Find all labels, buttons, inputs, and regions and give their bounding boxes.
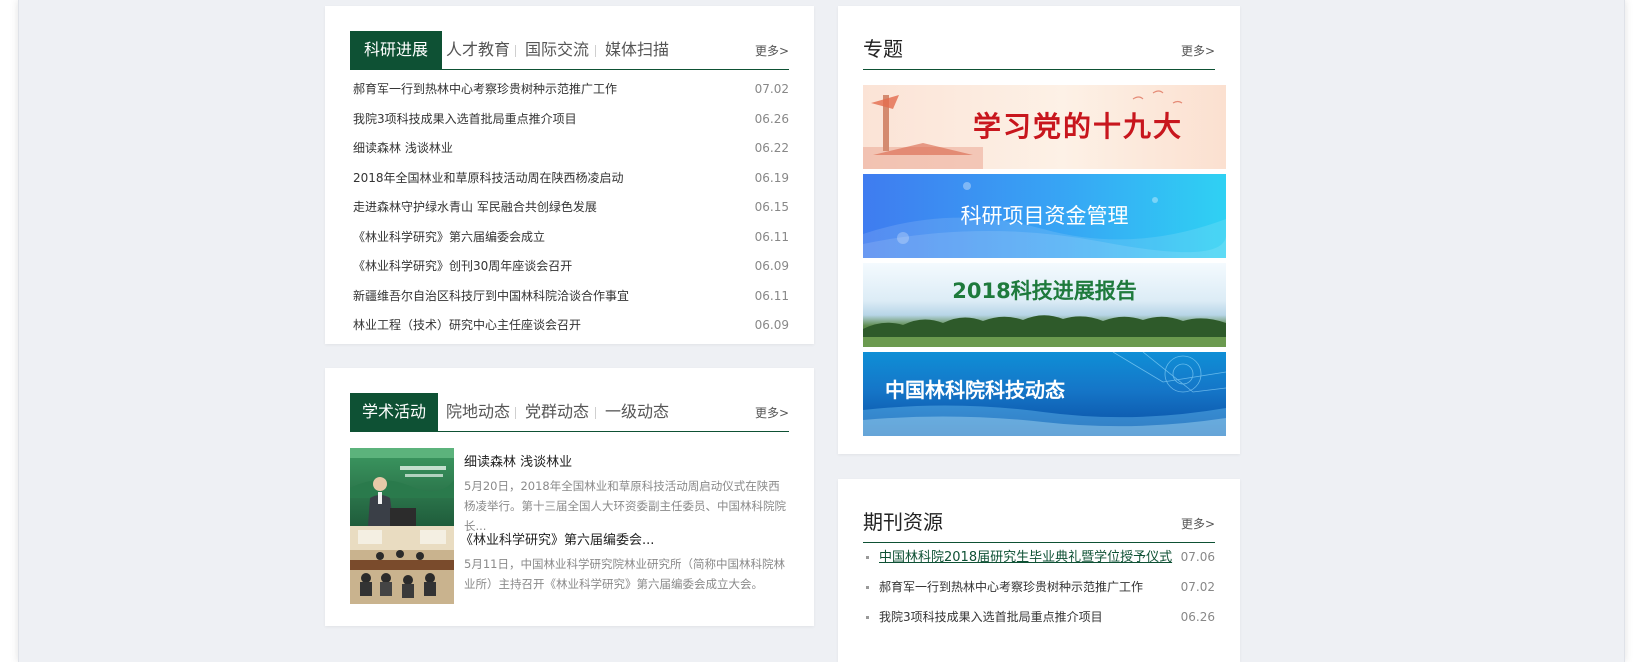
- tab-separator: [515, 407, 516, 419]
- list-item[interactable]: 《林业科学研究》创刊30周年座谈会召开 06.09: [353, 252, 789, 282]
- news-title: 2018年全国林业和草原科技活动周在陕西杨凌启动: [353, 170, 624, 185]
- news-title[interactable]: 《林业科学研究》第六届编委会...: [460, 532, 654, 550]
- tab-academic-activities[interactable]: 学术活动: [350, 393, 438, 431]
- news-thumbnail-meeting[interactable]: [350, 526, 454, 604]
- list-item[interactable]: 《林业科学研究》第六届编委会成立 06.11: [353, 223, 789, 253]
- news-item[interactable]: 《林业科学研究》第六届编委会... 5月11日，中国林业科学研究院林业研究所（简…: [350, 526, 789, 606]
- news-date: 06.19: [754, 170, 789, 185]
- banner-label: 科研项目资金管理: [960, 204, 1129, 228]
- list-item[interactable]: 我院3项科技成果入选首批局重点推介项目 06.26: [863, 602, 1215, 632]
- journals-card: 期刊资源 更多> 中国林科院2018届研究生毕业典礼暨学位授予仪式 07.06 郝…: [838, 479, 1240, 662]
- journal-title: 我院3项科技成果入选首批局重点推介项目: [879, 610, 1103, 624]
- journal-title: 郝育军一行到热林中心考察珍贵树种示范推广工作: [879, 580, 1144, 594]
- news-date: 06.09: [754, 259, 789, 273]
- list-item[interactable]: 走进森林守护绿水青山 军民融合共创绿色发展 06.15: [353, 193, 789, 223]
- journal-date: 07.06: [1180, 550, 1215, 564]
- tab-talent-education[interactable]: 人才教育: [446, 31, 510, 69]
- banner-label: 学习党的十九大: [973, 110, 1184, 143]
- journals-list: 中国林科院2018届研究生毕业典礼暨学位授予仪式 07.06 郝育军一行到热林中心…: [863, 542, 1215, 632]
- research-more-link[interactable]: 更多>: [755, 43, 789, 59]
- tab-level-one-news[interactable]: 一级动态: [605, 393, 669, 431]
- research-news-list: 郝育军一行到热林中心考察珍贵树种示范推广工作 07.02 我院3项科技成果入选首批…: [353, 75, 789, 341]
- news-date: 06.22: [754, 141, 789, 155]
- list-item[interactable]: 我院3项科技成果入选首批局重点推介项目 06.26: [353, 105, 789, 135]
- banner-party-congress[interactable]: 学习党的十九大: [863, 85, 1226, 169]
- news-title: 《林业科学研究》第六届编委会成立: [353, 229, 546, 244]
- tab-media-scan[interactable]: 媒体扫描: [605, 31, 669, 69]
- news-date: 06.26: [754, 111, 789, 126]
- academic-news-card: 学术活动 院地动态 党群动态 一级动态 更多> 细读森林 浅谈林业 5月20日，…: [325, 368, 814, 626]
- news-title[interactable]: 细读森林 浅谈林业: [464, 454, 572, 472]
- banner-research-funds[interactable]: 科研项目资金管理: [863, 174, 1226, 258]
- tab-separator: [515, 45, 516, 57]
- journals-more-link[interactable]: 更多>: [1181, 516, 1215, 532]
- list-item[interactable]: 林业工程（技术）研究中心主任座谈会召开 06.09: [353, 311, 789, 341]
- news-title: 新疆维吾尔自治区科技厅到中国林科院洽谈合作事宜: [353, 288, 630, 303]
- topics-more-link[interactable]: 更多>: [1181, 43, 1215, 59]
- page-background: 科研进展 人才教育 国际交流 媒体扫描 更多> 郝育军一行到热林中心考察珍贵树种…: [18, 0, 1625, 662]
- list-item[interactable]: 中国林科院2018届研究生毕业典礼暨学位授予仪式 07.06: [863, 542, 1215, 572]
- news-title: 林业工程（技术）研究中心主任座谈会召开: [353, 318, 582, 332]
- journal-title: 中国林科院2018届研究生毕业典礼暨学位授予仪式: [879, 550, 1173, 565]
- journal-date: 07.02: [1180, 580, 1215, 594]
- tab-party-news[interactable]: 党群动态: [525, 393, 589, 431]
- news-date: 06.09: [754, 318, 789, 332]
- news-title: 走进森林守护绿水青山 军民融合共创绿色发展: [353, 200, 597, 214]
- research-news-card: 科研进展 人才教育 国际交流 媒体扫描 更多> 郝育军一行到热林中心考察珍贵树种…: [325, 6, 814, 344]
- news-date: 06.11: [754, 229, 789, 244]
- news-date: 06.11: [754, 288, 789, 303]
- academic-tabbar: 学术活动 院地动态 党群动态 一级动态 更多>: [350, 393, 789, 432]
- banner-tech-report[interactable]: 2018科技进展报告: [863, 263, 1226, 347]
- list-item[interactable]: 细读森林 浅谈林业 06.22: [353, 134, 789, 164]
- news-summary: 5月11日，中国林业科学研究院林业研究所（简称中国林科院林业所）主持召开《林业科…: [464, 557, 785, 591]
- topics-title: 专题: [863, 37, 903, 61]
- news-title: 《林业科学研究》创刊30周年座谈会召开: [353, 259, 573, 273]
- topics-card: 专题 更多> 学习党的十九大 科研项目资金管理 2018科技进展报告 中国林科院…: [838, 6, 1240, 454]
- news-date: 06.15: [754, 200, 789, 214]
- list-item[interactable]: 新疆维吾尔自治区科技厅到中国林科院洽谈合作事宜 06.11: [353, 282, 789, 312]
- list-item[interactable]: 郝育军一行到热林中心考察珍贵树种示范推广工作 07.02: [863, 572, 1215, 602]
- news-date: 07.02: [754, 82, 789, 96]
- tab-separator: [595, 45, 596, 57]
- banner-label: 中国林科院科技动态: [885, 378, 1065, 402]
- tab-local-news[interactable]: 院地动态: [446, 393, 510, 431]
- tab-separator: [595, 407, 596, 419]
- banner-tech-news[interactable]: 中国林科院科技动态: [863, 352, 1226, 436]
- news-thumbnail-forum[interactable]: [350, 448, 454, 526]
- tab-research-progress[interactable]: 科研进展: [350, 31, 442, 69]
- news-title: 郝育军一行到热林中心考察珍贵树种示范推广工作: [353, 82, 618, 96]
- academic-more-link[interactable]: 更多>: [755, 405, 789, 421]
- banner-label: 2018科技进展报告: [952, 279, 1137, 303]
- topics-header: 专题 更多>: [863, 31, 1215, 70]
- list-item[interactable]: 郝育军一行到热林中心考察珍贵树种示范推广工作 07.02: [353, 75, 789, 105]
- news-title: 我院3项科技成果入选首批局重点推介项目: [353, 111, 577, 126]
- research-tabbar: 科研进展 人才教育 国际交流 媒体扫描 更多>: [350, 31, 789, 70]
- news-title: 细读森林 浅谈林业: [353, 141, 453, 155]
- journals-header: 期刊资源 更多>: [863, 504, 1215, 543]
- tab-international-exchange[interactable]: 国际交流: [525, 31, 589, 69]
- journal-date: 06.26: [1180, 610, 1215, 624]
- news-item[interactable]: 细读森林 浅谈林业 5月20日，2018年全国林业和草原科技活动周启动仪式在陕西…: [350, 448, 789, 533]
- journals-title: 期刊资源: [863, 510, 943, 534]
- list-item[interactable]: 2018年全国林业和草原科技活动周在陕西杨凌启动 06.19: [353, 164, 789, 194]
